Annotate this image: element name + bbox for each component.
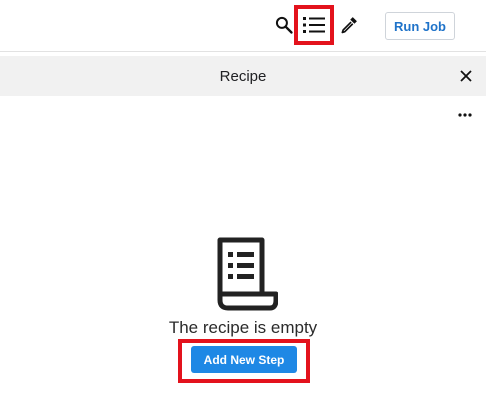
top-toolbar: Run Job — [0, 0, 486, 52]
more-horizontal-icon — [458, 113, 472, 117]
empty-state-message: The recipe is empty — [168, 318, 318, 337]
list-view-button[interactable] — [294, 5, 334, 45]
close-icon — [460, 70, 472, 82]
recipe-document-icon — [217, 237, 278, 311]
eyedropper-icon — [341, 17, 357, 34]
search-icon — [275, 16, 293, 34]
more-options-button[interactable] — [454, 106, 476, 124]
recipe-panel-header: Recipe — [0, 56, 486, 96]
close-panel-button[interactable] — [455, 65, 477, 87]
run-job-button[interactable]: Run Job — [385, 12, 455, 40]
panel-title: Recipe — [219, 67, 267, 85]
list-icon — [303, 17, 325, 33]
column-picker-button[interactable] — [336, 12, 362, 38]
add-new-step-button[interactable]: Add New Step — [191, 346, 297, 373]
